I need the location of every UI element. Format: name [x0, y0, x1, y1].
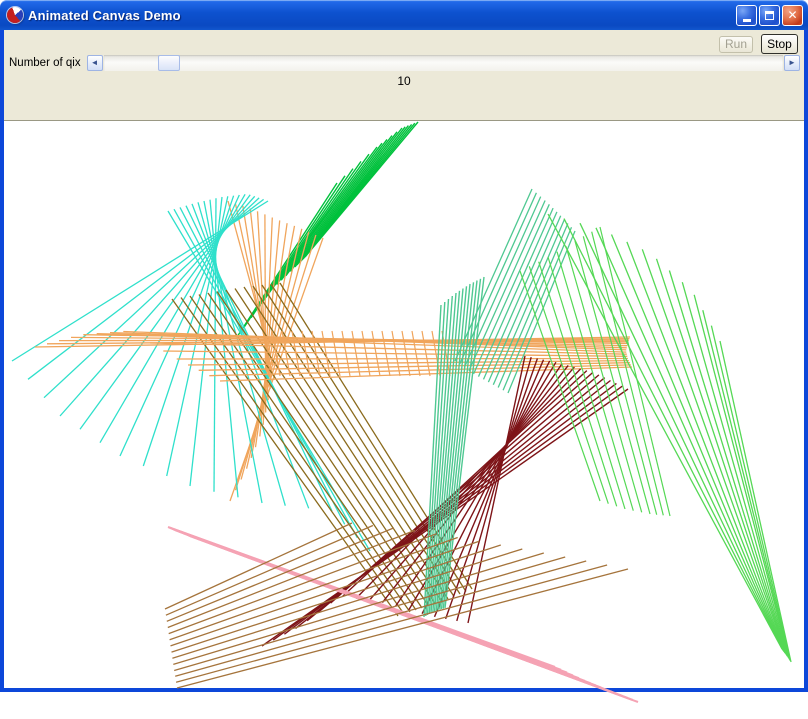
- scrollbar-trough[interactable]: [104, 55, 783, 71]
- minimize-icon: [743, 19, 751, 22]
- scrollbar-left-arrow[interactable]: ◄: [87, 55, 103, 71]
- toolbar: Run Stop: [4, 30, 804, 54]
- scrollbar-right-arrow[interactable]: ►: [784, 55, 800, 71]
- run-button[interactable]: Run: [719, 36, 753, 53]
- scrollbar-thumb[interactable]: [158, 55, 180, 71]
- qix-pink-band: [168, 527, 638, 702]
- qix-canvas: [4, 120, 804, 688]
- titlebar[interactable]: Animated Canvas Demo ✕: [0, 0, 808, 30]
- qix-count-value: 10: [397, 74, 410, 88]
- maximize-icon: [765, 11, 774, 20]
- close-icon: ✕: [787, 9, 797, 21]
- qix-green-right-fan: [548, 214, 791, 662]
- qix-lines: [4, 121, 804, 719]
- app-window: Animated Canvas Demo ✕ Run Stop Number o…: [0, 0, 808, 692]
- client-area: Run Stop Number of qix ◄ ► 10: [4, 30, 804, 688]
- qix-count-value-row: 10: [4, 72, 804, 89]
- minimize-button[interactable]: [736, 5, 757, 26]
- close-button[interactable]: ✕: [782, 5, 803, 26]
- window-title: Animated Canvas Demo: [28, 8, 181, 23]
- window-controls: ✕: [736, 5, 803, 26]
- maximize-button[interactable]: [759, 5, 780, 26]
- stop-button[interactable]: Stop: [761, 34, 798, 54]
- app-icon[interactable]: [7, 7, 23, 23]
- qix-count-label: Number of qix: [9, 57, 81, 69]
- qix-green-top: [237, 122, 418, 337]
- qix-seagreen-pillar: [424, 277, 484, 617]
- qix-count-scrollbar-row: Number of qix ◄ ►: [4, 54, 804, 72]
